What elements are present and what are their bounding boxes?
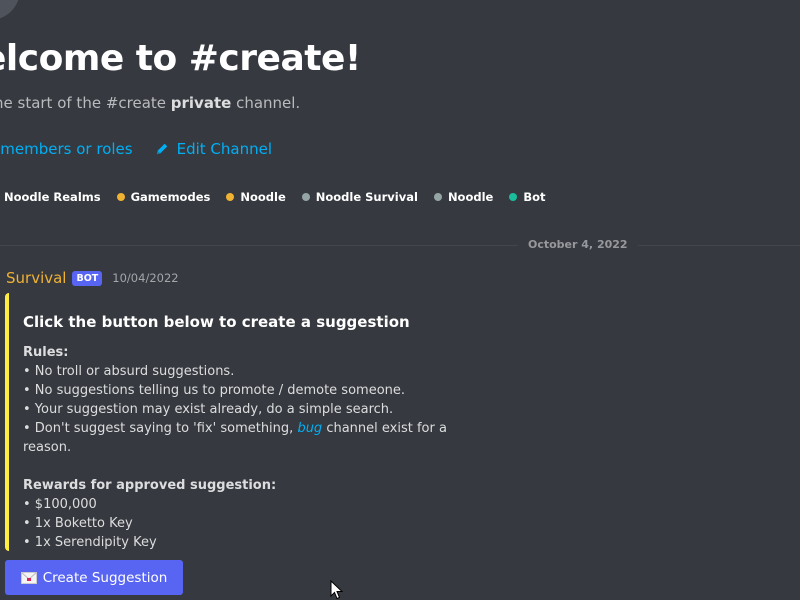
welcome-title: elcome to #create! <box>0 38 361 79</box>
rule-item: • No suggestions telling us to promote /… <box>23 383 406 398</box>
channel-actions: d members or roles Edit Channel <box>0 140 272 158</box>
embed-body: Rules: • No troll or absurd suggestions.… <box>23 343 491 552</box>
message-timestamp: 10/04/2022 <box>112 271 179 285</box>
rule-item: • Don't suggest saying to 'fix' somethin… <box>23 421 447 455</box>
role-item: Bot <box>509 190 546 204</box>
bot-tag: BOT <box>72 270 103 286</box>
reward-item: • $100,000 <box>23 497 97 512</box>
rules-heading: Rules: <box>23 345 69 360</box>
role-item: Noodle <box>226 190 286 204</box>
reward-item: • 1x Serendipity Key <box>23 535 157 550</box>
role-item: Gamemodes <box>116 190 210 204</box>
rewards-heading: Rewards for approved suggestion: <box>23 478 277 493</box>
role-item: Noodle <box>433 190 493 204</box>
welcome-subtitle: he start of the #create private channel. <box>0 94 301 112</box>
date-divider-label: October 4, 2022 <box>518 238 638 251</box>
role-dot-icon <box>116 193 125 201</box>
message-username[interactable]: Survival <box>6 269 66 287</box>
rule-item: • Your suggestion may exist already, do … <box>23 402 394 417</box>
embed-title: Click the button below to create a sugge… <box>23 313 410 331</box>
add-members-link[interactable]: d members or roles <box>0 140 133 158</box>
edit-channel-link[interactable]: Edit Channel <box>155 140 272 158</box>
bug-channel-link[interactable]: bug <box>297 421 322 436</box>
role-item: Noodle Survival <box>301 190 418 204</box>
message-header: Survival BOT 10/04/2022 <box>6 269 179 287</box>
role-dot-icon <box>433 193 442 201</box>
role-dot-icon <box>301 193 310 201</box>
role-list: Noodle Realms Gamemodes Noodle Noodle Su… <box>0 190 546 204</box>
mouse-cursor-icon <box>330 580 344 600</box>
create-suggestion-button[interactable]: Create Suggestion <box>5 560 183 595</box>
envelope-icon <box>20 571 37 584</box>
pencil-icon <box>156 143 167 155</box>
role-dot-icon <box>226 193 235 201</box>
rule-item: • No troll or absurd suggestions. <box>23 364 235 379</box>
channel-avatar <box>0 0 20 20</box>
date-divider <box>0 245 800 246</box>
role-dot-icon <box>509 193 518 201</box>
message-embed: Click the button below to create a sugge… <box>5 293 505 551</box>
role-item: Noodle Realms <box>4 190 101 204</box>
reward-item: • 1x Boketto Key <box>23 516 133 531</box>
